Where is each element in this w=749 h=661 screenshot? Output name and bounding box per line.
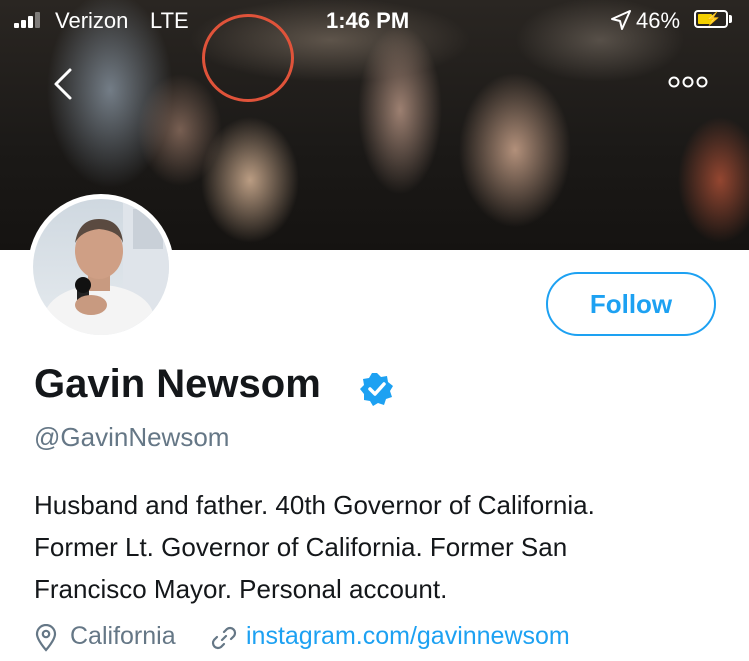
link-icon (211, 626, 237, 650)
bio-line: Francisco Mayor. Personal account. (34, 574, 448, 604)
charging-bolt-icon: ⚡ (705, 11, 722, 26)
follow-button[interactable]: Follow (546, 272, 716, 336)
location-pin-icon (35, 624, 57, 652)
network-type: LTE (150, 8, 189, 33)
avatar-photo (33, 199, 169, 335)
profile-location: California (70, 622, 176, 650)
profile-name: Gavin Newsom (34, 362, 321, 406)
carrier-name: Verizon (55, 8, 129, 33)
profile-bio: Husband and father. 40th Governor of Cal… (34, 484, 724, 610)
battery-icon: ⚡ (694, 10, 728, 28)
status-time: 1:46 PM (326, 8, 410, 33)
more-options-icon[interactable] (668, 74, 708, 90)
profile-avatar[interactable] (28, 194, 174, 340)
back-chevron-icon[interactable] (48, 64, 78, 104)
avatar-illustration (44, 199, 169, 335)
verified-badge-icon (360, 373, 393, 406)
profile-handle: @GavinNewsom (34, 422, 230, 452)
status-bar: Verizon LTE 1:46 PM 46% ⚡ (0, 0, 749, 40)
profile-website-link[interactable]: instagram.com/gavinnewsom (246, 622, 570, 651)
location-arrow-icon (611, 10, 631, 30)
bio-line: Husband and father. 40th Governor of Cal… (34, 490, 595, 520)
battery-cap (729, 15, 732, 23)
battery-percent: 46% (636, 8, 681, 33)
signal-strength-icon (14, 12, 44, 28)
bio-line: Former Lt. Governor of California. Forme… (34, 532, 568, 562)
